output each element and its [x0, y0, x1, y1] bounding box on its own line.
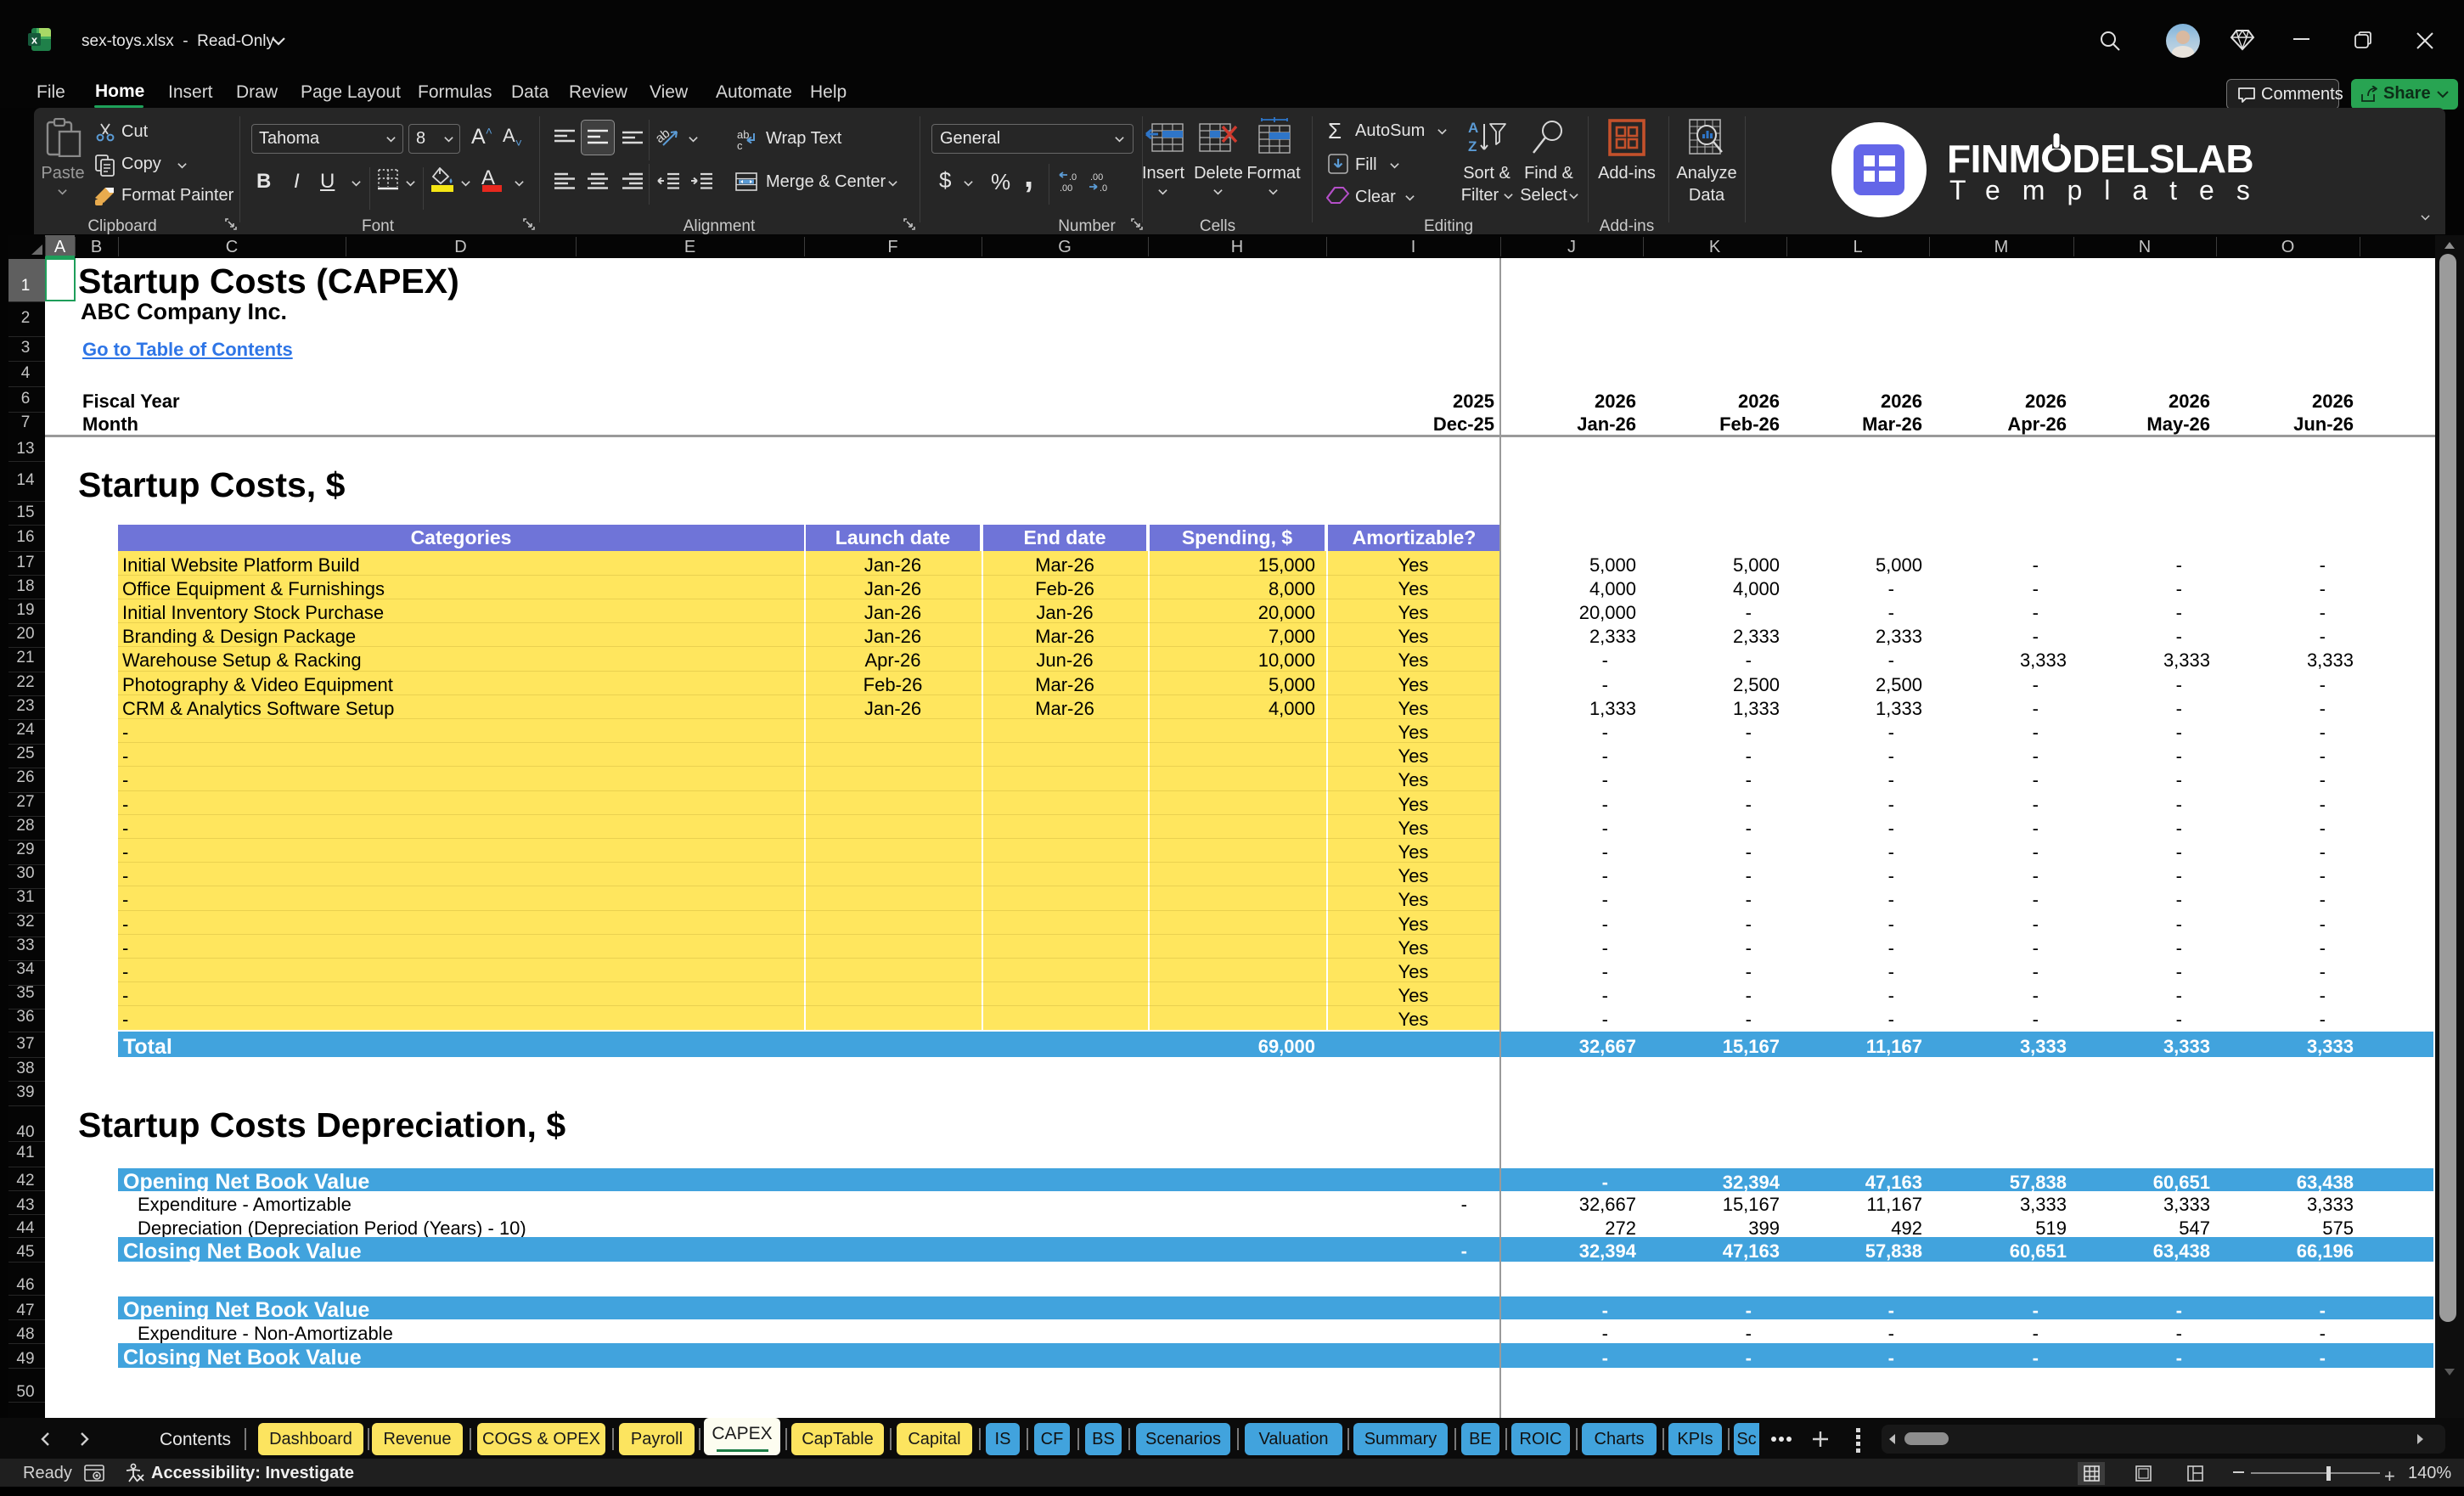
svg-text:A: A — [1468, 120, 1478, 136]
svg-text:.0: .0 — [1069, 172, 1077, 183]
svg-text:Z: Z — [1468, 138, 1477, 155]
svg-text:.00: .00 — [1090, 172, 1103, 183]
svg-text:c: c — [737, 139, 743, 150]
svg-text:.00: .00 — [1060, 183, 1072, 193]
svg-text:.0: .0 — [1100, 183, 1107, 193]
svg-text:x: x — [31, 34, 38, 47]
